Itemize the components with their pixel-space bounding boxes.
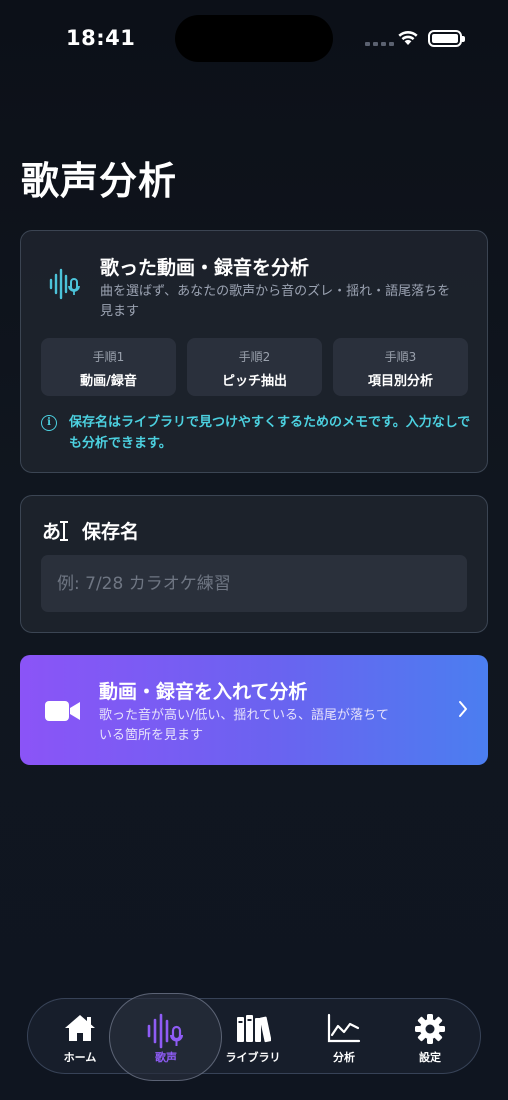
tab-label: 設定 xyxy=(419,1051,441,1064)
step-2: 手順2 ピッチ抽出 xyxy=(187,338,322,396)
steps-row: 手順1 動画/録音 手順2 ピッチ抽出 手順3 項目別分析 xyxy=(41,338,468,396)
import-and-analyze-button[interactable]: 動画・録音を入れて分析 歌った音が高い/低い、揺れている、語尾が落ちている箇所を… xyxy=(20,655,488,765)
battery-icon xyxy=(428,30,465,47)
save-name-card: あ 保存名 xyxy=(20,495,488,633)
chevron-right-icon xyxy=(459,701,467,717)
status-bar: 18:41 xyxy=(0,0,508,80)
step-label: 動画/録音 xyxy=(80,374,137,389)
info-icon: i xyxy=(41,415,57,431)
wifi-icon xyxy=(398,30,418,45)
tab-home[interactable]: ホーム xyxy=(40,999,120,1075)
step-1: 手順1 動画/録音 xyxy=(41,338,176,396)
tab-singing[interactable]: 歌声 xyxy=(126,999,206,1075)
info-note: i 保存名はライブラリで見つけやすくするためのメモです。入力なしでも分析できます… xyxy=(41,412,471,454)
tab-label: ライブラリ xyxy=(225,1051,281,1064)
tab-label: 歌声 xyxy=(155,1051,177,1064)
analyze-intro-card: 歌った動画・録音を分析 曲を選ばず、あなたの歌声から音のズレ・揺れ・語尾落ちを見… xyxy=(20,230,488,473)
page-title: 歌声分析 xyxy=(21,159,178,203)
dynamic-island xyxy=(175,15,333,62)
waveform-mic-icon xyxy=(147,1013,183,1049)
cta-title: 動画・録音を入れて分析 xyxy=(99,681,308,703)
save-name-input[interactable] xyxy=(41,555,467,612)
analyze-card-title: 歌った動画・録音を分析 xyxy=(100,257,310,279)
step-label: ピッチ抽出 xyxy=(221,374,287,389)
step-number: 手順2 xyxy=(238,350,271,364)
home-icon xyxy=(65,1015,95,1041)
waveform-mic-icon xyxy=(49,268,80,300)
cellular-signal-icon xyxy=(365,42,394,46)
save-name-label: 保存名 xyxy=(82,521,140,543)
text-input-icon: あ xyxy=(42,517,69,544)
tab-label: ホーム xyxy=(63,1051,97,1064)
step-label: 項目別分析 xyxy=(367,374,433,389)
video-camera-icon xyxy=(45,701,80,721)
analyze-card-description: 曲を選ばず、あなたの歌声から音のズレ・揺れ・語尾落ちを見ます xyxy=(100,284,451,319)
info-text: 保存名はライブラリで見つけやすくするためのメモです。入力なしでも分析できます。 xyxy=(69,415,471,451)
books-icon xyxy=(237,1015,271,1043)
tab-analysis[interactable]: 分析 xyxy=(304,999,384,1075)
tab-library[interactable]: ライブラリ xyxy=(213,999,293,1075)
cta-description: 歌った音が高い/低い、揺れている、語尾が落ちている箇所を見ます xyxy=(99,708,389,743)
gear-icon xyxy=(415,1014,445,1044)
status-time: 18:41 xyxy=(66,26,136,50)
tab-bar: ホーム 歌声 ライブラリ 分析 設定 xyxy=(27,993,481,1081)
text-input-icon-glyph: あ xyxy=(42,521,62,543)
step-number: 手順3 xyxy=(384,350,417,364)
tab-label: 分析 xyxy=(333,1051,355,1064)
step-number: 手順1 xyxy=(92,350,125,364)
step-3: 手順3 項目別分析 xyxy=(333,338,468,396)
tab-settings[interactable]: 設定 xyxy=(390,999,470,1075)
chart-icon xyxy=(327,1013,361,1043)
